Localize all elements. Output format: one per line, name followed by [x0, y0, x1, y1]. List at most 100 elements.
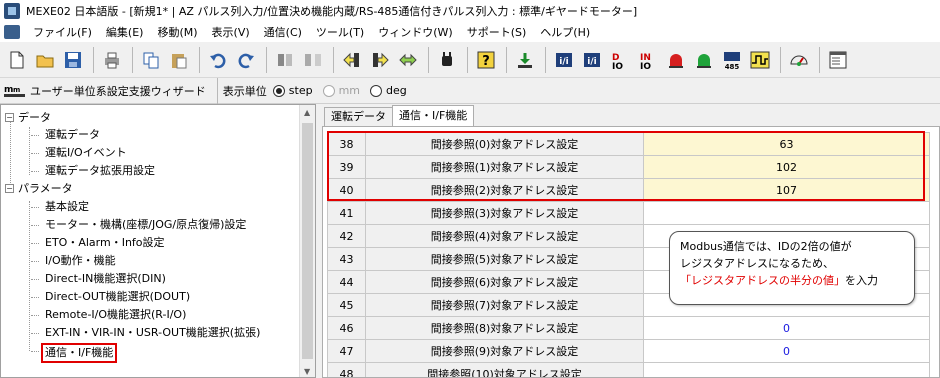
- row-number-cell: 43: [327, 247, 366, 271]
- connect-icon[interactable]: [272, 46, 298, 74]
- verify-icon[interactable]: [395, 46, 421, 74]
- new-file-icon[interactable]: [4, 46, 30, 74]
- tree-item-ext-in-vir-in-usr-out[interactable]: EXT-IN・VIR-IN・USR-OUT機能選択(拡張): [45, 325, 260, 341]
- tree-node-parameter[interactable]: − パラメータ: [5, 181, 73, 197]
- menu-edit[interactable]: 編集(E): [99, 24, 151, 40]
- main-area: − データ 運転データ 運転I/Oイベント 運転データ拡張用設定 − パラメータ 基…: [0, 104, 940, 378]
- waveform-icon[interactable]: [747, 46, 773, 74]
- plug-icon[interactable]: [434, 46, 460, 74]
- table-row[interactable]: 39 間接参照(1)対象アドレス設定 102: [327, 155, 930, 179]
- parameter-value-cell[interactable]: 0: [643, 316, 930, 340]
- parameter-value-cell[interactable]: [643, 201, 930, 225]
- io-monitor-icon[interactable]: i/i: [551, 46, 577, 74]
- radio-indicator[interactable]: [370, 84, 383, 97]
- tab-operation-data[interactable]: 運転データ: [324, 107, 393, 126]
- status-monitor-icon[interactable]: i/i: [579, 46, 605, 74]
- tree-item-remote-io[interactable]: Remote-I/O機能選択(R-I/O): [45, 307, 186, 323]
- svg-text:i/i: i/i: [559, 57, 568, 67]
- toolbar-separator: [428, 46, 429, 73]
- wizard-label: ユーザー単位系設定支援ウィザード: [30, 84, 206, 98]
- window-icon[interactable]: [825, 46, 851, 74]
- tree-item-direct-in[interactable]: Direct-IN機能選択(DIN): [45, 271, 166, 287]
- row-number-cell: 47: [327, 339, 366, 363]
- table-row[interactable]: 47 間接参照(9)対象アドレス設定 0: [327, 339, 930, 363]
- download-icon[interactable]: [367, 46, 393, 74]
- tree-item-motor-mechanism[interactable]: モーター・機構(座標/JOG/原点復帰)設定: [45, 217, 246, 233]
- tree-item-operation-data-extended[interactable]: 運転データ拡張用設定: [45, 163, 155, 179]
- tree-item-communication-if[interactable]: 通信・I/F機能: [41, 343, 118, 363]
- scrollbar-thumb[interactable]: [302, 123, 313, 359]
- warning-icon[interactable]: [691, 46, 717, 74]
- disconnect-icon[interactable]: [300, 46, 326, 74]
- collapse-icon[interactable]: −: [5, 113, 14, 122]
- tree-line: [10, 117, 11, 189]
- tree-item-direct-out[interactable]: Direct-OUT機能選択(DOUT): [45, 289, 190, 305]
- save-icon[interactable]: [60, 46, 86, 74]
- menu-view[interactable]: 表示(V): [205, 24, 257, 40]
- callout-emphasis: 「レジスタアドレスの半分の値」: [680, 274, 845, 287]
- radio-indicator[interactable]: [272, 84, 285, 97]
- menu-help[interactable]: ヘルプ(H): [533, 24, 597, 40]
- toolbar-separator: [93, 46, 94, 73]
- tree-item-operation-data[interactable]: 運転データ: [45, 127, 100, 143]
- rs485-icon[interactable]: 485: [719, 46, 745, 74]
- tree-node-data[interactable]: − データ: [5, 110, 51, 126]
- alarm-icon[interactable]: [663, 46, 689, 74]
- tree-scrollbar[interactable]: ▲ ▼: [299, 105, 315, 377]
- help-icon[interactable]: ?: [473, 46, 499, 74]
- parameter-value-cell[interactable]: [643, 362, 930, 377]
- tree-item-operation-io-event[interactable]: 運転I/Oイベント: [45, 145, 127, 161]
- table-row[interactable]: 38 間接参照(0)対象アドレス設定 63: [327, 132, 930, 156]
- tree-line: [31, 279, 39, 280]
- tree-node-label: パラメータ: [18, 182, 73, 195]
- tab-communication-if[interactable]: 通信・I/F機能: [392, 105, 475, 126]
- parameter-name-cell: 間接参照(6)対象アドレス設定: [365, 270, 644, 294]
- display-unit-label: 表示単位: [222, 84, 267, 98]
- app-menu-icon[interactable]: [4, 25, 20, 39]
- tree-item-basic-settings[interactable]: 基本設定: [45, 199, 89, 215]
- user-unit-wizard-button[interactable]: mm ユーザー単位系設定支援ウィザード: [4, 83, 212, 99]
- callout-line-1: Modbus通信では、IDの2倍の値が: [680, 240, 852, 253]
- tree-item-io-function[interactable]: I/O動作・機能: [45, 253, 116, 269]
- parameter-value-cell[interactable]: 107: [643, 178, 930, 202]
- tree-item-eto-alarm-info[interactable]: ETO・Alarm・Info設定: [45, 235, 165, 251]
- print-icon[interactable]: [99, 46, 125, 74]
- menu-tools[interactable]: ツール(T): [309, 24, 371, 40]
- din-icon[interactable]: D IO: [607, 46, 633, 74]
- menu-file[interactable]: ファイル(F): [26, 24, 99, 40]
- open-folder-icon[interactable]: [32, 46, 58, 74]
- redo-icon[interactable]: [233, 46, 259, 74]
- in-icon[interactable]: IN IO: [635, 46, 661, 74]
- parameter-name-cell: 間接参照(3)対象アドレス設定: [365, 201, 644, 225]
- parameter-value-cell[interactable]: 63: [643, 132, 930, 156]
- table-row[interactable]: 48 間接参照(10)対象アドレス設定: [327, 362, 930, 377]
- svg-text:m: m: [4, 85, 13, 95]
- menu-support[interactable]: サポート(S): [460, 24, 534, 40]
- menu-window[interactable]: ウィンドウ(W): [371, 24, 459, 40]
- collapse-icon[interactable]: −: [5, 184, 14, 193]
- parameter-value-cell[interactable]: 102: [643, 155, 930, 179]
- menu-move[interactable]: 移動(M): [150, 24, 204, 40]
- parameter-value-cell[interactable]: 0: [643, 339, 930, 363]
- menu-communication[interactable]: 通信(C): [257, 24, 309, 40]
- parameter-name-cell: 間接参照(8)対象アドレス設定: [365, 316, 644, 340]
- parameter-name-cell: 間接参照(10)対象アドレス設定: [365, 362, 644, 377]
- unit-step-radio[interactable]: step: [272, 84, 313, 97]
- unit-deg-radio[interactable]: deg: [370, 84, 407, 97]
- table-row[interactable]: 40 間接参照(2)対象アドレス設定 107: [327, 178, 930, 202]
- paste-icon[interactable]: [166, 46, 192, 74]
- table-row[interactable]: 46 間接参照(8)対象アドレス設定 0: [327, 316, 930, 340]
- toolbar-separator: [199, 46, 200, 73]
- tree-line: [31, 207, 39, 208]
- secondary-toolbar: mm ユーザー単位系設定支援ウィザード 表示単位 step mm deg: [0, 77, 940, 104]
- scroll-down-icon[interactable]: ▼: [304, 367, 310, 376]
- copy-icon[interactable]: [138, 46, 164, 74]
- row-number-cell: 38: [327, 132, 366, 156]
- speedometer-icon[interactable]: [786, 46, 812, 74]
- undo-icon[interactable]: [205, 46, 231, 74]
- teaching-icon[interactable]: [512, 46, 538, 74]
- scroll-up-icon[interactable]: ▲: [304, 108, 310, 117]
- table-row[interactable]: 41 間接参照(3)対象アドレス設定: [327, 201, 930, 225]
- upload-icon[interactable]: [339, 46, 365, 74]
- row-number-cell: 39: [327, 155, 366, 179]
